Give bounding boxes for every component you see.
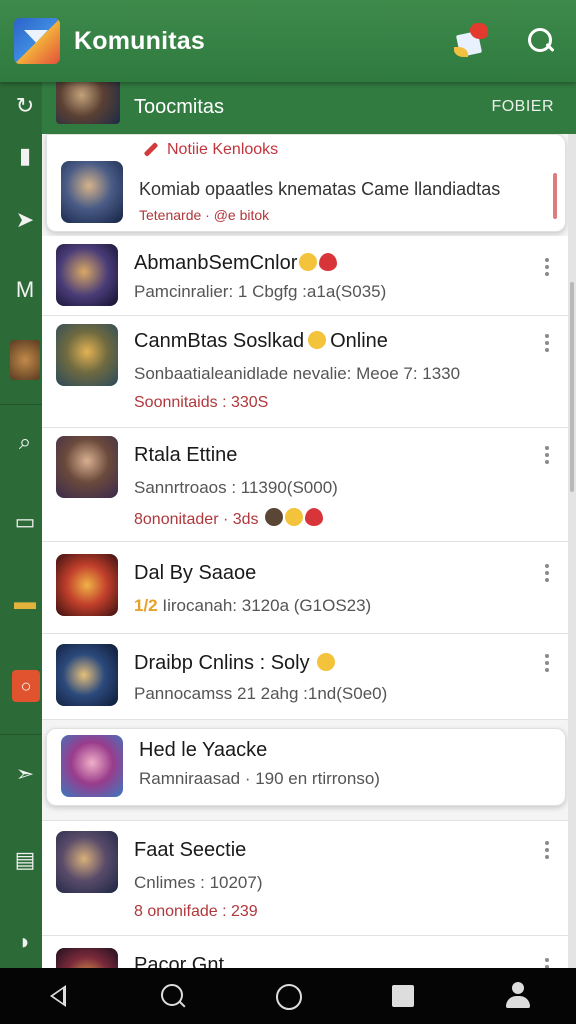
item-title: Rtala Ettine — [134, 444, 238, 466]
m-icon[interactable]: M — [13, 278, 37, 302]
card-icon[interactable]: ▭ — [13, 510, 37, 534]
panel-icon[interactable]: ▤ — [13, 848, 37, 872]
chat-icon[interactable]: ◗ — [13, 930, 37, 954]
app-logo — [14, 18, 60, 64]
face-emoji-icon — [264, 508, 283, 526]
app-title: Komunitas — [74, 26, 205, 55]
scrollbar[interactable] — [568, 82, 576, 968]
search-icon[interactable] — [526, 26, 556, 56]
item-thumbnail — [56, 324, 118, 386]
face-emoji-icon — [284, 508, 303, 526]
notice-tag: Notiie Kenlooks — [143, 141, 278, 159]
community-header: Toocmitas FOBIER — [42, 76, 576, 134]
list-item[interactable]: Rtala Ettine Sannrtroaos : 11390(S000) 8… — [42, 428, 568, 542]
send-icon[interactable]: ➣ — [13, 762, 37, 786]
list-item[interactable]: Pacor Gnt — [42, 936, 568, 968]
face-emoji-icon — [317, 653, 336, 671]
item-subtitle: Pannocamss 21 2ahg :1nd(S0e0) — [134, 684, 388, 703]
item-meta: 8 ononifade : 239 — [134, 903, 258, 920]
pencil-icon — [143, 142, 159, 158]
follow-button[interactable]: FOBIER — [491, 98, 554, 116]
notice-title: Komiab opaatles knematas Came llandiadta… — [139, 179, 501, 199]
item-title: Faat Seectie — [134, 839, 247, 861]
item-thumbnail — [56, 644, 118, 706]
more-options-icon[interactable] — [542, 841, 552, 863]
notice-indicator — [553, 173, 557, 219]
item-thumbnail — [56, 831, 118, 893]
list-item[interactable]: Draibp Cnlins : Soly Pannocamss 21 2ahg … — [42, 634, 568, 720]
avatar[interactable] — [10, 340, 40, 380]
more-options-icon[interactable] — [542, 654, 552, 676]
item-subtitle: Cnlimes : 10207) — [134, 873, 263, 892]
more-options-icon[interactable] — [542, 446, 552, 468]
face-emoji-icon — [308, 331, 327, 349]
community-list: Notiie Kenlooks Komiab opaatles knematas… — [42, 134, 568, 968]
list-item[interactable]: Hed le Yaacke Ramniraasad · 190 en rtirr… — [46, 728, 566, 806]
calendar-icon[interactable]: ▮ — [13, 144, 37, 168]
item-subtitle: Pamcinralier: 1 Cbgfg :a1a(S035) — [134, 282, 387, 301]
item-title: AbmanbSemCnlor — [134, 252, 338, 275]
item-subtitle: Ramniraasad · 190 en rtirronso) — [139, 769, 380, 788]
bird-icon[interactable]: ➤ — [13, 208, 37, 232]
record-icon[interactable]: ○ — [12, 670, 40, 702]
item-title: Pacor Gnt — [134, 954, 225, 968]
list-item[interactable]: Dal By Saaoe 1/2 Iirocanah: 3120a (G1OS2… — [42, 542, 568, 634]
item-title: Dal By Saaoe — [134, 562, 257, 584]
item-subtitle: 1/2 Iirocanah: 3120a (G1OS23) — [134, 596, 372, 615]
more-options-icon[interactable] — [542, 958, 552, 968]
search-icon[interactable] — [153, 976, 193, 1016]
item-subtitle: Sonbaatialeanidlade nevalie: Meoe 7: 133… — [134, 364, 461, 383]
community-title: Toocmitas — [134, 96, 225, 118]
folder-icon[interactable]: ▬ — [13, 590, 37, 614]
list-item[interactable]: CanmBtas Soslkad Online Sonbaatialeanidla… — [42, 316, 568, 428]
face-emoji-icon — [319, 253, 338, 271]
more-options-icon[interactable] — [542, 334, 552, 356]
more-options-icon[interactable] — [542, 258, 552, 280]
back-icon[interactable] — [38, 976, 78, 1016]
compose-icon[interactable] — [452, 21, 492, 61]
item-meta: 8ononitader · 3ds — [134, 508, 323, 529]
left-nav-rail: ↻ ▮ ➤ M ⌕ ▭ ▬ ○ ➣ ▤ ◗ — [0, 82, 42, 968]
list-item[interactable]: AbmanbSemCnlor Pamcinralier: 1 Cbgfg :a1… — [42, 236, 568, 316]
app-bar: Komunitas — [0, 0, 576, 82]
more-options-icon[interactable] — [542, 564, 552, 586]
item-meta: Soonnitaids : 330S — [134, 394, 269, 411]
item-subtitle: Sannrtroaos : 11390(S000) — [134, 478, 338, 497]
item-title: CanmBtas Soslkad Online — [134, 330, 388, 352]
home-icon[interactable] — [268, 976, 308, 1016]
recents-icon[interactable] — [383, 976, 423, 1016]
item-thumbnail — [56, 948, 118, 968]
notice-meta: Tetenarde · @e bitok — [139, 207, 270, 223]
search-icon[interactable]: ⌕ — [13, 430, 37, 454]
profile-icon[interactable] — [498, 976, 538, 1016]
system-nav-bar — [0, 968, 576, 1024]
item-title: Draibp Cnlins : Soly — [134, 652, 336, 675]
notice-card[interactable]: Notiie Kenlooks Komiab opaatles knematas… — [46, 134, 566, 232]
refresh-icon[interactable]: ↻ — [13, 94, 37, 118]
notice-thumbnail — [61, 161, 123, 223]
face-emoji-icon — [299, 253, 318, 271]
list-item[interactable]: Faat Seectie Cnlimes : 10207) 8 ononifad… — [42, 820, 568, 936]
item-title: Hed le Yaacke — [139, 739, 268, 761]
item-thumbnail — [56, 244, 118, 306]
app-bar-actions — [452, 21, 556, 61]
item-thumbnail — [56, 436, 118, 498]
heart-icon — [304, 508, 323, 526]
community-thumbnail — [56, 76, 120, 124]
item-thumbnail — [56, 554, 118, 616]
item-thumbnail — [61, 735, 123, 797]
scroll-thumb[interactable] — [570, 282, 574, 492]
